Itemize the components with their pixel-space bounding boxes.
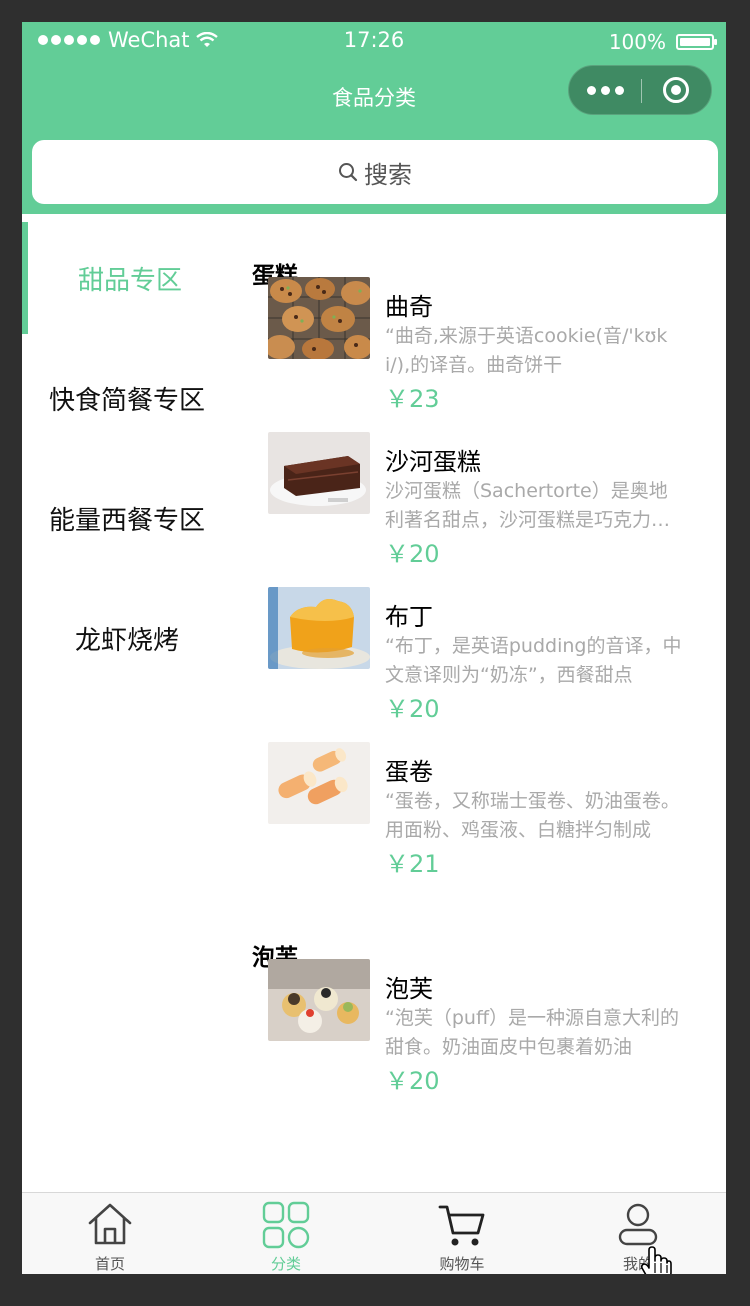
capsule-divider <box>641 79 642 103</box>
category-label: 龙虾烧烤 <box>74 625 179 656</box>
product-name: 蛋卷 <box>385 758 433 786</box>
battery-percent: 100% <box>608 30 666 54</box>
product-price: ￥20 <box>385 695 440 723</box>
product-item[interactable]: 蛋卷 “蛋卷，又称瑞士蛋卷、奶油蛋卷。用面粉、鸡蛋液、白糖拌匀制成 ￥21 <box>268 742 708 878</box>
home-icon <box>88 1203 132 1245</box>
phone-screen: WeChat 17:26 100% 食品分类 搜索 甜品专区 快食简餐专区 能量… <box>22 22 726 1274</box>
battery-icon <box>676 34 717 50</box>
category-label: 能量西餐专区 <box>48 505 205 536</box>
tab-profile[interactable]: 我的 <box>550 1193 726 1274</box>
product-price: ￥20 <box>385 1067 440 1095</box>
hand-pointer-cursor-icon <box>640 1246 672 1274</box>
tab-cart[interactable]: 购物车 <box>374 1193 550 1274</box>
product-name: 沙河蛋糕 <box>385 448 481 476</box>
product-image-egg-rolls <box>268 742 370 824</box>
product-desc: “蛋卷，又称瑞士蛋卷、奶油蛋卷。用面粉、鸡蛋液、白糖拌匀制成 <box>385 790 680 841</box>
cart-icon <box>438 1205 485 1246</box>
status-bar: WeChat 17:26 100% <box>22 22 726 62</box>
product-item[interactable]: 曲奇 “曲奇,来源于英语cookie(音/'kʊki/),的译音。曲奇饼干 ￥2… <box>268 277 708 413</box>
category-fast-food[interactable]: 快食简餐专区 <box>22 342 232 454</box>
product-item[interactable]: 泡芙 “泡芙（puff）是一种源自意大利的甜食。奶油面皮中包裹着奶油 ￥20 <box>268 959 708 1095</box>
product-image-chocolate-cake <box>268 432 370 514</box>
tab-label: 购物车 <box>439 1255 485 1273</box>
product-desc: 沙河蛋糕（Sachertorte）是奥地利著名甜点，沙河蛋糕是巧克力蛋糕 <box>385 480 671 531</box>
product-name: 布丁 <box>385 603 433 631</box>
product-name: 泡芙 <box>385 975 433 1003</box>
tab-home[interactable]: 首页 <box>22 1193 198 1274</box>
product-price: ￥20 <box>385 540 440 568</box>
category-western[interactable]: 能量西餐专区 <box>22 462 232 574</box>
product-image-pudding <box>268 587 370 669</box>
nav-bar: 食品分类 <box>22 62 726 130</box>
product-item[interactable]: 沙河蛋糕 沙河蛋糕（Sachertorte）是奥地利著名甜点，沙河蛋糕是巧克力蛋… <box>268 432 708 568</box>
close-target-icon[interactable] <box>663 77 689 103</box>
product-desc: “泡芙（puff）是一种源自意大利的甜食。奶油面皮中包裹着奶油 <box>385 1007 680 1058</box>
search-area: 搜索 <box>22 130 726 214</box>
product-item[interactable]: 布丁 “布丁，是英语pudding的音译，中文意译则为“奶冻”，西餐甜点 ￥20 <box>268 587 708 723</box>
mini-program-capsule <box>568 65 712 115</box>
tab-label: 我的 <box>622 1255 653 1273</box>
search-label: 搜索 <box>364 160 412 189</box>
product-desc: “布丁，是英语pudding的音译，中文意译则为“奶冻”，西餐甜点 <box>385 635 682 686</box>
product-name: 曲奇 <box>385 293 433 321</box>
tab-label: 首页 <box>94 1255 125 1273</box>
category-sidebar: 甜品专区 快食简餐专区 能量西餐专区 龙虾烧烤 <box>22 222 232 822</box>
category-lobster-bbq[interactable]: 龙虾烧烤 <box>22 582 232 694</box>
search-icon <box>339 163 358 182</box>
tab-category[interactable]: 分类 <box>198 1193 374 1274</box>
more-dots-icon[interactable] <box>569 66 641 114</box>
tab-bar: 首页 分类 购物车 我的 <box>22 1192 726 1274</box>
tab-label: 分类 <box>270 1255 301 1273</box>
product-list: 蛋糕 曲奇 “曲奇,来源于英语cookie(音/'kʊki/),的译音。曲奇饼干… <box>232 214 726 1194</box>
category-label: 快食简餐专区 <box>48 385 205 416</box>
product-price: ￥21 <box>385 850 440 878</box>
product-image-cookies <box>268 277 370 359</box>
battery-area: 100% <box>608 30 717 54</box>
search-input[interactable]: 搜索 <box>32 140 718 204</box>
product-desc: “曲奇,来源于英语cookie(音/'kʊki/),的译音。曲奇饼干 <box>385 325 668 376</box>
category-grid-icon <box>262 1201 310 1249</box>
product-price: ￥23 <box>385 385 440 413</box>
category-dessert[interactable]: 甜品专区 <box>22 222 232 334</box>
profile-icon <box>618 1203 658 1246</box>
product-image-puffs <box>268 959 370 1041</box>
category-label: 甜品专区 <box>77 265 182 296</box>
